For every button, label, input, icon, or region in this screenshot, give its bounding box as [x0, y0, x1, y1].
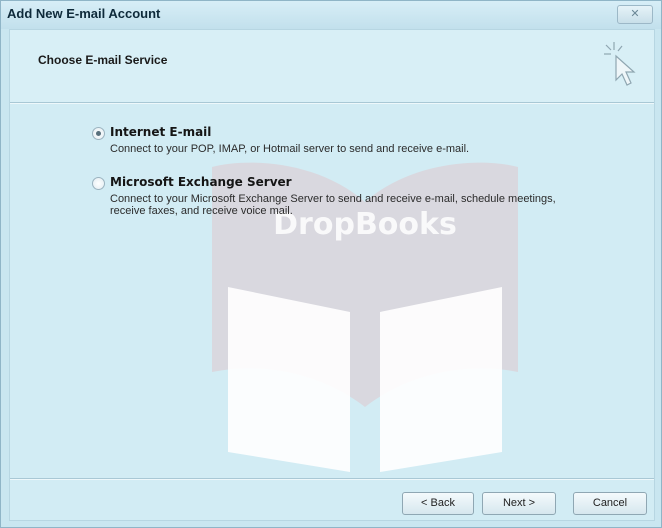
exchange-server-description: Connect to your Microsoft Exchange Serve… — [110, 193, 556, 217]
exchange-server-label[interactable]: Microsoft Exchange Server — [110, 175, 292, 189]
internet-email-label[interactable]: Internet E-mail — [110, 125, 211, 139]
page-title: Choose E-mail Service — [38, 53, 168, 67]
exchange-server-radio[interactable] — [92, 177, 105, 190]
next-button[interactable]: Next > — [482, 492, 556, 515]
close-button[interactable]: ✕ — [617, 5, 653, 24]
cursor-sparkle-icon — [604, 42, 636, 86]
close-icon: ✕ — [630, 7, 640, 20]
back-button[interactable]: < Back — [402, 492, 474, 515]
window-title: Add New E-mail Account — [7, 6, 161, 21]
internet-email-radio[interactable] — [92, 127, 105, 140]
cancel-button[interactable]: Cancel — [573, 492, 647, 515]
footer-separator — [10, 478, 654, 480]
dialog-body: Choose E-mail Service DropBooks Internet — [9, 29, 655, 521]
title-bar[interactable]: Add New E-mail Account ✕ — [1, 1, 661, 29]
header-separator — [10, 102, 654, 104]
wizard-header: Choose E-mail Service — [10, 30, 654, 102]
internet-email-description: Connect to your POP, IMAP, or Hotmail se… — [110, 143, 470, 155]
dialog-window: Add New E-mail Account ✕ Choose E-mail S… — [0, 0, 662, 528]
